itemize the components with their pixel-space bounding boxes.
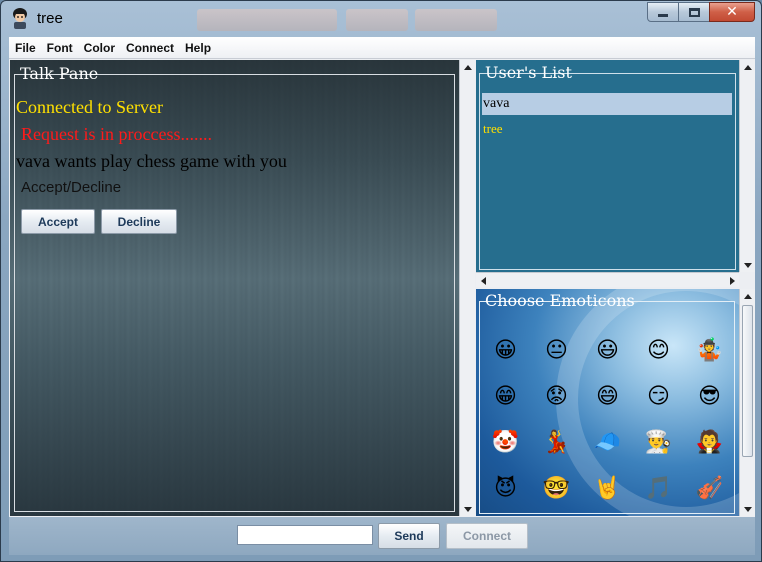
scroll-thumb[interactable] [742, 305, 753, 457]
talk-pane: Talk Pane Connected to Server Request is… [10, 60, 459, 516]
bottom-bar: Send Connect [9, 517, 755, 555]
scroll-left-arrow[interactable] [476, 273, 490, 288]
accept-decline-prompt: Accept/Decline [21, 179, 122, 196]
emoticon-smile-icon[interactable]: 😀 [480, 327, 531, 373]
menu-bar: File Font Color Connect Help [9, 37, 755, 59]
chevron-right-icon [729, 276, 735, 285]
menu-help[interactable]: Help [185, 41, 211, 55]
background-blur [197, 9, 337, 31]
emoticon-hooded-icon[interactable]: 🧛 [684, 419, 735, 465]
invite-message: vava wants play chess game with you [16, 151, 287, 171]
chevron-left-icon [480, 276, 486, 285]
emoticons-panel: Choose Emoticons 😀 😐 😃 😊 🤹 😁 😟 😄 😏 😎 🤡 💃… [476, 289, 739, 516]
menu-connect[interactable]: Connect [126, 41, 174, 55]
send-button[interactable]: Send [378, 523, 440, 549]
background-blur [346, 9, 408, 31]
scroll-up-arrow[interactable] [460, 60, 475, 74]
emoticon-worried-icon[interactable]: 😟 [531, 373, 582, 419]
users-list-hscrollbar[interactable] [476, 272, 739, 287]
app-window: tree ✕ File Font Color Connect Help Talk… [0, 0, 762, 562]
emoticon-dance-icon[interactable]: 💃 [531, 419, 582, 465]
scroll-up-arrow[interactable] [740, 289, 755, 303]
connect-button[interactable]: Connect [446, 523, 528, 549]
emoticon-clown-icon[interactable]: 🤡 [480, 419, 531, 465]
users-list-panel: User's List vava tree [476, 60, 739, 272]
emoticon-laugh-icon[interactable]: 😄 [582, 373, 633, 419]
chevron-down-icon [463, 506, 472, 512]
emoticon-neutral-icon[interactable]: 😐 [531, 327, 582, 373]
connected-message: Connected to Server [16, 97, 163, 117]
user-item-selected[interactable]: vava [482, 93, 732, 115]
emoticon-cool-icon[interactable]: 😎 [684, 373, 735, 419]
emoticon-grin-icon[interactable]: 😃 [582, 327, 633, 373]
emoticon-chef-icon[interactable]: 👨‍🍳 [633, 419, 684, 465]
emoticons-title: Choose Emoticons [485, 291, 635, 310]
scroll-right-arrow[interactable] [725, 273, 739, 288]
scroll-down-arrow[interactable] [460, 502, 475, 516]
minimize-icon [658, 13, 668, 17]
emoticon-violin-icon[interactable]: 🎻 [684, 465, 735, 511]
scroll-up-arrow[interactable] [740, 60, 755, 74]
emoticon-grid: 😀 😐 😃 😊 🤹 😁 😟 😄 😏 😎 🤡 💃 🧢 👨‍🍳 🧛 😈 🤓 🤘 [480, 327, 734, 513]
talk-pane-title: Talk Pane [20, 64, 99, 83]
maximize-icon [688, 7, 700, 17]
emoticon-smirk-icon[interactable]: 😏 [633, 373, 684, 419]
talk-pane-scrollbar[interactable] [459, 60, 475, 516]
emoticon-music-icon[interactable]: 🎵 [633, 465, 684, 511]
menu-file[interactable]: File [15, 41, 36, 55]
emoticon-rock-icon[interactable]: 🤘 [582, 465, 633, 511]
users-list-scrollbar[interactable] [739, 60, 755, 272]
accept-button[interactable]: Accept [21, 209, 95, 234]
user-item[interactable]: tree [482, 121, 732, 139]
emoticons-scrollbar[interactable] [739, 289, 755, 516]
close-button[interactable]: ✕ [709, 2, 755, 22]
chevron-down-icon [743, 262, 752, 268]
client-area: File Font Color Connect Help Talk Pane C… [9, 37, 755, 555]
title-bar[interactable]: tree ✕ [1, 1, 761, 37]
emoticon-teeth-icon[interactable]: 😁 [480, 373, 531, 419]
close-icon: ✕ [726, 4, 738, 20]
app-avatar-icon [13, 8, 27, 29]
maximize-button[interactable] [678, 2, 710, 22]
background-blur [415, 9, 497, 31]
chevron-down-icon [743, 506, 752, 512]
decline-button[interactable]: Decline [101, 209, 177, 234]
emoticon-devil-icon[interactable]: 😈 [480, 465, 531, 511]
minimize-button[interactable] [647, 2, 679, 22]
emoticon-nerd-icon[interactable]: 🤓 [531, 465, 582, 511]
window-title: tree [37, 10, 63, 27]
scroll-down-arrow[interactable] [740, 502, 755, 516]
users-list-title: User's List [485, 63, 572, 82]
chevron-up-icon [743, 64, 752, 70]
request-message: Request is in proccess....... [21, 124, 212, 144]
menu-font[interactable]: Font [47, 41, 73, 55]
emoticon-happy-icon[interactable]: 😊 [633, 327, 684, 373]
chevron-up-icon [463, 64, 472, 70]
talk-pane-scrollview: Talk Pane Connected to Server Request is… [10, 60, 475, 516]
menu-color[interactable]: Color [84, 41, 115, 55]
scroll-down-arrow[interactable] [740, 258, 755, 272]
emoticon-cap-icon[interactable]: 🧢 [582, 419, 633, 465]
chevron-up-icon [743, 293, 752, 299]
emoticon-jester-icon[interactable]: 🤹 [684, 327, 735, 373]
message-input[interactable] [237, 525, 373, 545]
